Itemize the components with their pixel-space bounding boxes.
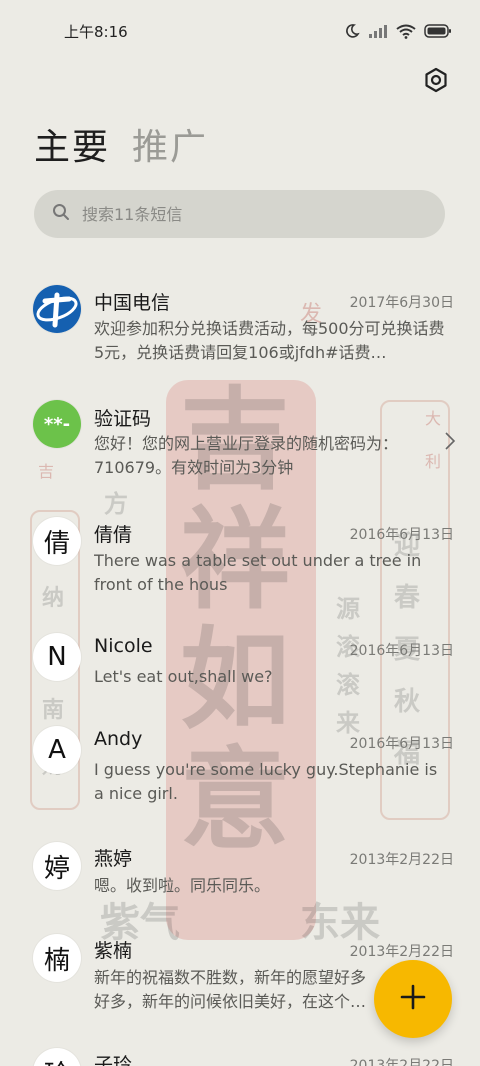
message-date: 2013年2月22日 <box>349 1058 454 1066</box>
chevron-right-icon[interactable] <box>444 430 456 456</box>
verification-code-avatar: **- <box>33 400 81 448</box>
message-date: 2013年2月22日 <box>349 944 454 960</box>
gear-icon <box>423 67 449 97</box>
message-tabs: 主要 推广 <box>34 118 208 170</box>
contact-name: Andy <box>94 728 143 750</box>
battery-icon <box>424 24 452 38</box>
contact-avatar: 倩 <box>33 517 81 565</box>
plus-icon <box>399 983 427 1015</box>
search-icon <box>52 203 70 225</box>
contact-name: Nicole <box>94 635 153 657</box>
status-bar: 上午8:16 <box>0 0 480 62</box>
message-preview: 您好！您的网上营业厅登录的随机密码为：710679。有效时间为3分钟 <box>94 434 399 477</box>
china-telecom-logo-icon <box>33 285 81 333</box>
message-preview: There was a table set out under a tree i… <box>94 551 422 594</box>
search-bar[interactable] <box>34 190 445 238</box>
conversation-item[interactable]: 中国电信 2017年6月30日 欢迎参加积分兑换话费活动，每500分可兑换话费5… <box>0 275 480 385</box>
message-date: 2013年2月22日 <box>349 852 454 868</box>
conversation-item[interactable]: A Andy 2016年6月13日 I guess you're some lu… <box>0 718 480 828</box>
message-preview: 欢迎参加积分兑换话费活动，每500分可兑换话费5元，兑换话费请回复106或jfd… <box>94 319 445 362</box>
contact-avatar: N <box>33 633 81 681</box>
message-date: 2016年6月13日 <box>349 643 454 659</box>
conversation-item[interactable]: 玲 子玲 2013年2月22日 <box>0 1040 480 1066</box>
search-input[interactable] <box>82 204 412 224</box>
message-date: 2016年6月13日 <box>349 736 454 752</box>
conversation-item[interactable]: 倩 倩倩 2016年6月13日 There was a table set ou… <box>0 508 480 618</box>
conversation-item[interactable]: **- 验证码 您好！您的网上营业厅登录的随机密码为：710679。有效时间为3… <box>0 392 480 502</box>
message-preview: I guess you're some lucky guy.Stephanie … <box>94 760 438 803</box>
contact-avatar: 玲 <box>33 1048 81 1066</box>
message-preview: Let's eat out,shall we? <box>94 667 273 686</box>
contact-name: 中国电信 <box>94 292 171 314</box>
status-icons <box>344 23 452 39</box>
status-time: 上午8:16 <box>64 22 128 41</box>
contact-avatar: 婷 <box>33 842 81 890</box>
message-date: 2017年6月30日 <box>349 295 454 311</box>
message-date: 2016年6月13日 <box>349 527 454 543</box>
wifi-icon <box>396 24 416 39</box>
contact-name: 验证码 <box>94 408 152 430</box>
contact-name: 燕婷 <box>94 848 133 870</box>
settings-button[interactable] <box>420 66 452 98</box>
tab-primary[interactable]: 主要 <box>34 118 110 170</box>
moon-icon <box>344 23 360 39</box>
signal-icon <box>368 24 388 38</box>
contact-name: 倩倩 <box>94 524 133 546</box>
contact-name: 子玲 <box>94 1054 133 1066</box>
message-preview: 嗯。收到啦。同乐同乐。 <box>94 876 271 895</box>
new-message-button[interactable] <box>374 960 452 1038</box>
contact-avatar: 楠 <box>33 934 81 982</box>
tab-promotions[interactable]: 推广 <box>132 118 208 170</box>
contact-name: 紫楠 <box>94 940 133 962</box>
message-preview: 新年的祝福数不胜数，新年的愿望好多好多，新年的问候依旧美好，在这个温馨的 <box>94 968 367 1011</box>
contact-avatar: A <box>33 726 81 774</box>
